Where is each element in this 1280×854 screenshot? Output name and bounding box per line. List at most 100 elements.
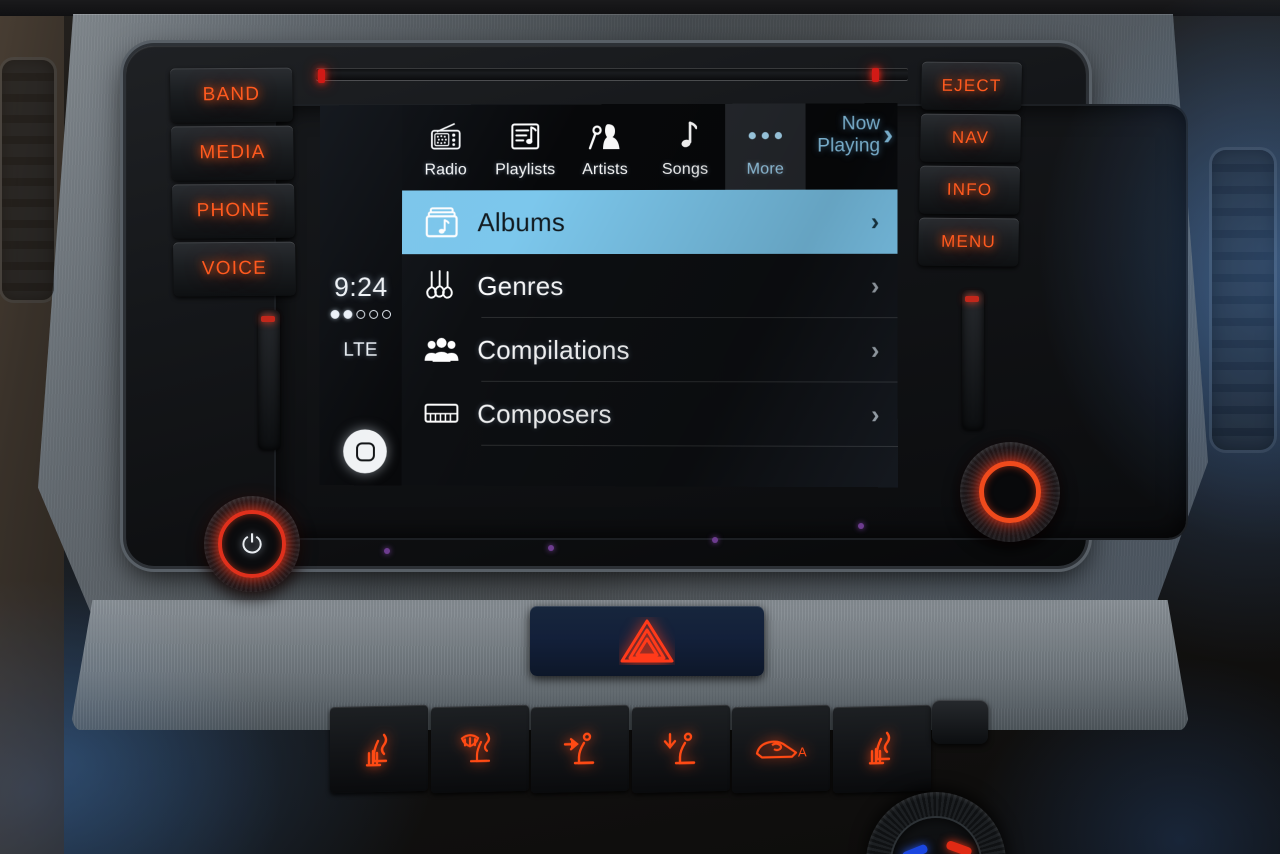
- signal-strength-indicator: [320, 309, 402, 319]
- home-button[interactable]: [343, 429, 387, 474]
- chevron-right-icon: ›: [871, 400, 880, 429]
- tab-songs-label: Songs: [661, 160, 709, 178]
- tab-playlists-label: Playlists: [495, 161, 556, 179]
- bezel-indicator-dot: [548, 545, 554, 551]
- hazard-lights-button[interactable]: [530, 606, 764, 676]
- tab-radio-label: Radio: [424, 161, 468, 179]
- playlist-icon: [510, 117, 540, 155]
- now-playing-line2: Playing: [817, 135, 881, 157]
- phone-button[interactable]: PHONE: [171, 183, 295, 239]
- list-item-albums[interactable]: Albums ›: [401, 189, 898, 255]
- albums-icon: [416, 206, 468, 238]
- tab-more-label: More: [746, 160, 785, 178]
- air-recirculation-auto-button[interactable]: A: [732, 704, 830, 794]
- compilations-icon: [416, 337, 468, 363]
- nav-button[interactable]: NAV: [920, 113, 1021, 163]
- signal-dot-2: [343, 309, 353, 319]
- carplay-touchscreen[interactable]: 9:24 LTE Radio Playlists Artists Songs M…: [319, 103, 898, 488]
- climate-seat-button-row: A: [330, 704, 930, 794]
- voice-button[interactable]: VOICE: [173, 241, 296, 297]
- car-dashboard-scene: BAND MEDIA PHONE VOICE EJECT NAV INFO ME…: [0, 0, 1280, 854]
- clock: 9:24: [334, 272, 388, 302]
- rear-defrost-icon: [459, 732, 490, 763]
- phone-button-label: PHONE: [196, 199, 271, 222]
- carplay-tab-bar: Radio Playlists Artists Songs More Now P…: [402, 103, 898, 191]
- temperature-knob[interactable]: A/C: [866, 792, 1006, 854]
- menu-button-label: MENU: [940, 231, 997, 252]
- nav-button-label: NAV: [951, 127, 990, 148]
- list-item-compilations-label: Compilations: [477, 334, 630, 365]
- seat-heat-icon: [868, 731, 890, 765]
- power-icon: ⏻: [241, 529, 263, 559]
- seat-down-icon: [663, 732, 695, 765]
- cd-slot[interactable]: [316, 68, 908, 80]
- eject-button[interactable]: EJECT: [921, 61, 1022, 111]
- tab-more[interactable]: More: [725, 103, 806, 190]
- media-button[interactable]: MEDIA: [170, 125, 294, 181]
- left-air-vent: [2, 60, 54, 300]
- info-button[interactable]: INFO: [919, 165, 1021, 215]
- auxiliary-knob-nub[interactable]: [932, 700, 988, 744]
- seat-down-button[interactable]: [631, 704, 729, 794]
- info-button-label: INFO: [946, 179, 993, 200]
- carrier-label: LTE: [343, 339, 379, 361]
- band-button[interactable]: BAND: [169, 67, 293, 123]
- tab-artists[interactable]: Artists: [565, 104, 645, 190]
- voice-button-label: VOICE: [201, 257, 268, 280]
- list-item-genres-label: Genres: [477, 270, 564, 301]
- music-note-icon: [673, 117, 698, 155]
- signal-dot-5: [382, 309, 391, 319]
- list-item-genres[interactable]: Genres ›: [402, 254, 898, 319]
- rear-window-defroster-button[interactable]: [430, 704, 528, 794]
- carplay-status-sidebar: 9:24 LTE: [319, 105, 403, 486]
- bezel-indicator-dot: [384, 548, 390, 554]
- band-button-label: BAND: [202, 83, 261, 106]
- hazard-triangle-icon: [620, 619, 674, 663]
- seat-forward-button[interactable]: [531, 704, 629, 794]
- cd-indicator-led-left: [318, 69, 325, 83]
- power-knob-ring: ⏻: [218, 510, 286, 578]
- tune-scroll-knob[interactable]: [960, 442, 1060, 542]
- chevron-right-icon: ›: [870, 271, 880, 300]
- home-icon: [355, 441, 375, 461]
- signal-dot-4: [369, 309, 379, 319]
- now-playing-button[interactable]: Now Playing ›: [817, 113, 893, 157]
- right-side-slider[interactable]: [962, 290, 984, 430]
- radio-icon: [430, 118, 462, 156]
- dash-top-seam: [0, 0, 1280, 16]
- temperature-knob-face: A/C: [892, 818, 980, 854]
- left-side-slider[interactable]: [258, 310, 280, 450]
- left-button-bank: BAND MEDIA PHONE VOICE: [169, 67, 296, 301]
- hot-indicator: [945, 839, 973, 854]
- right-button-bank: EJECT NAV INFO MENU: [918, 61, 1022, 271]
- now-playing-text: Now Playing: [817, 113, 880, 157]
- ellipsis-icon: [745, 117, 785, 155]
- recirculate-auto-icon: A: [755, 740, 807, 760]
- seat-forward-icon: [563, 732, 594, 765]
- list-item-compilations[interactable]: Compilations ›: [402, 318, 898, 383]
- chevron-right-icon: ›: [870, 207, 880, 236]
- driver-seat-heater-button[interactable]: [330, 704, 428, 794]
- passenger-seat-heater-button[interactable]: [832, 704, 930, 794]
- artist-icon: [586, 117, 624, 155]
- list-item-composers[interactable]: Composers ›: [402, 382, 898, 448]
- signal-dot-3: [356, 309, 366, 319]
- tab-artists-label: Artists: [582, 161, 628, 179]
- signal-dot-1: [330, 309, 340, 319]
- power-volume-knob[interactable]: ⏻: [204, 496, 300, 592]
- recirculate-auto-badge: A: [798, 744, 807, 759]
- list-item-albums-label: Albums: [477, 206, 566, 237]
- tab-songs[interactable]: Songs: [645, 104, 725, 190]
- tune-knob-ring: [979, 461, 1041, 523]
- music-category-list: Albums › Genres › Compilations › Compose…: [401, 189, 898, 487]
- tab-playlists[interactable]: Playlists: [485, 104, 565, 190]
- seat-heat-icon: [365, 733, 387, 767]
- menu-button[interactable]: MENU: [918, 217, 1020, 267]
- tab-radio[interactable]: Radio: [406, 105, 485, 191]
- list-separator: [481, 444, 898, 448]
- now-playing-line1: Now: [841, 113, 881, 135]
- right-air-vent: [1212, 150, 1274, 450]
- genres-icon: [416, 269, 468, 303]
- cd-indicator-led-right: [872, 68, 879, 82]
- composers-icon: [416, 401, 468, 427]
